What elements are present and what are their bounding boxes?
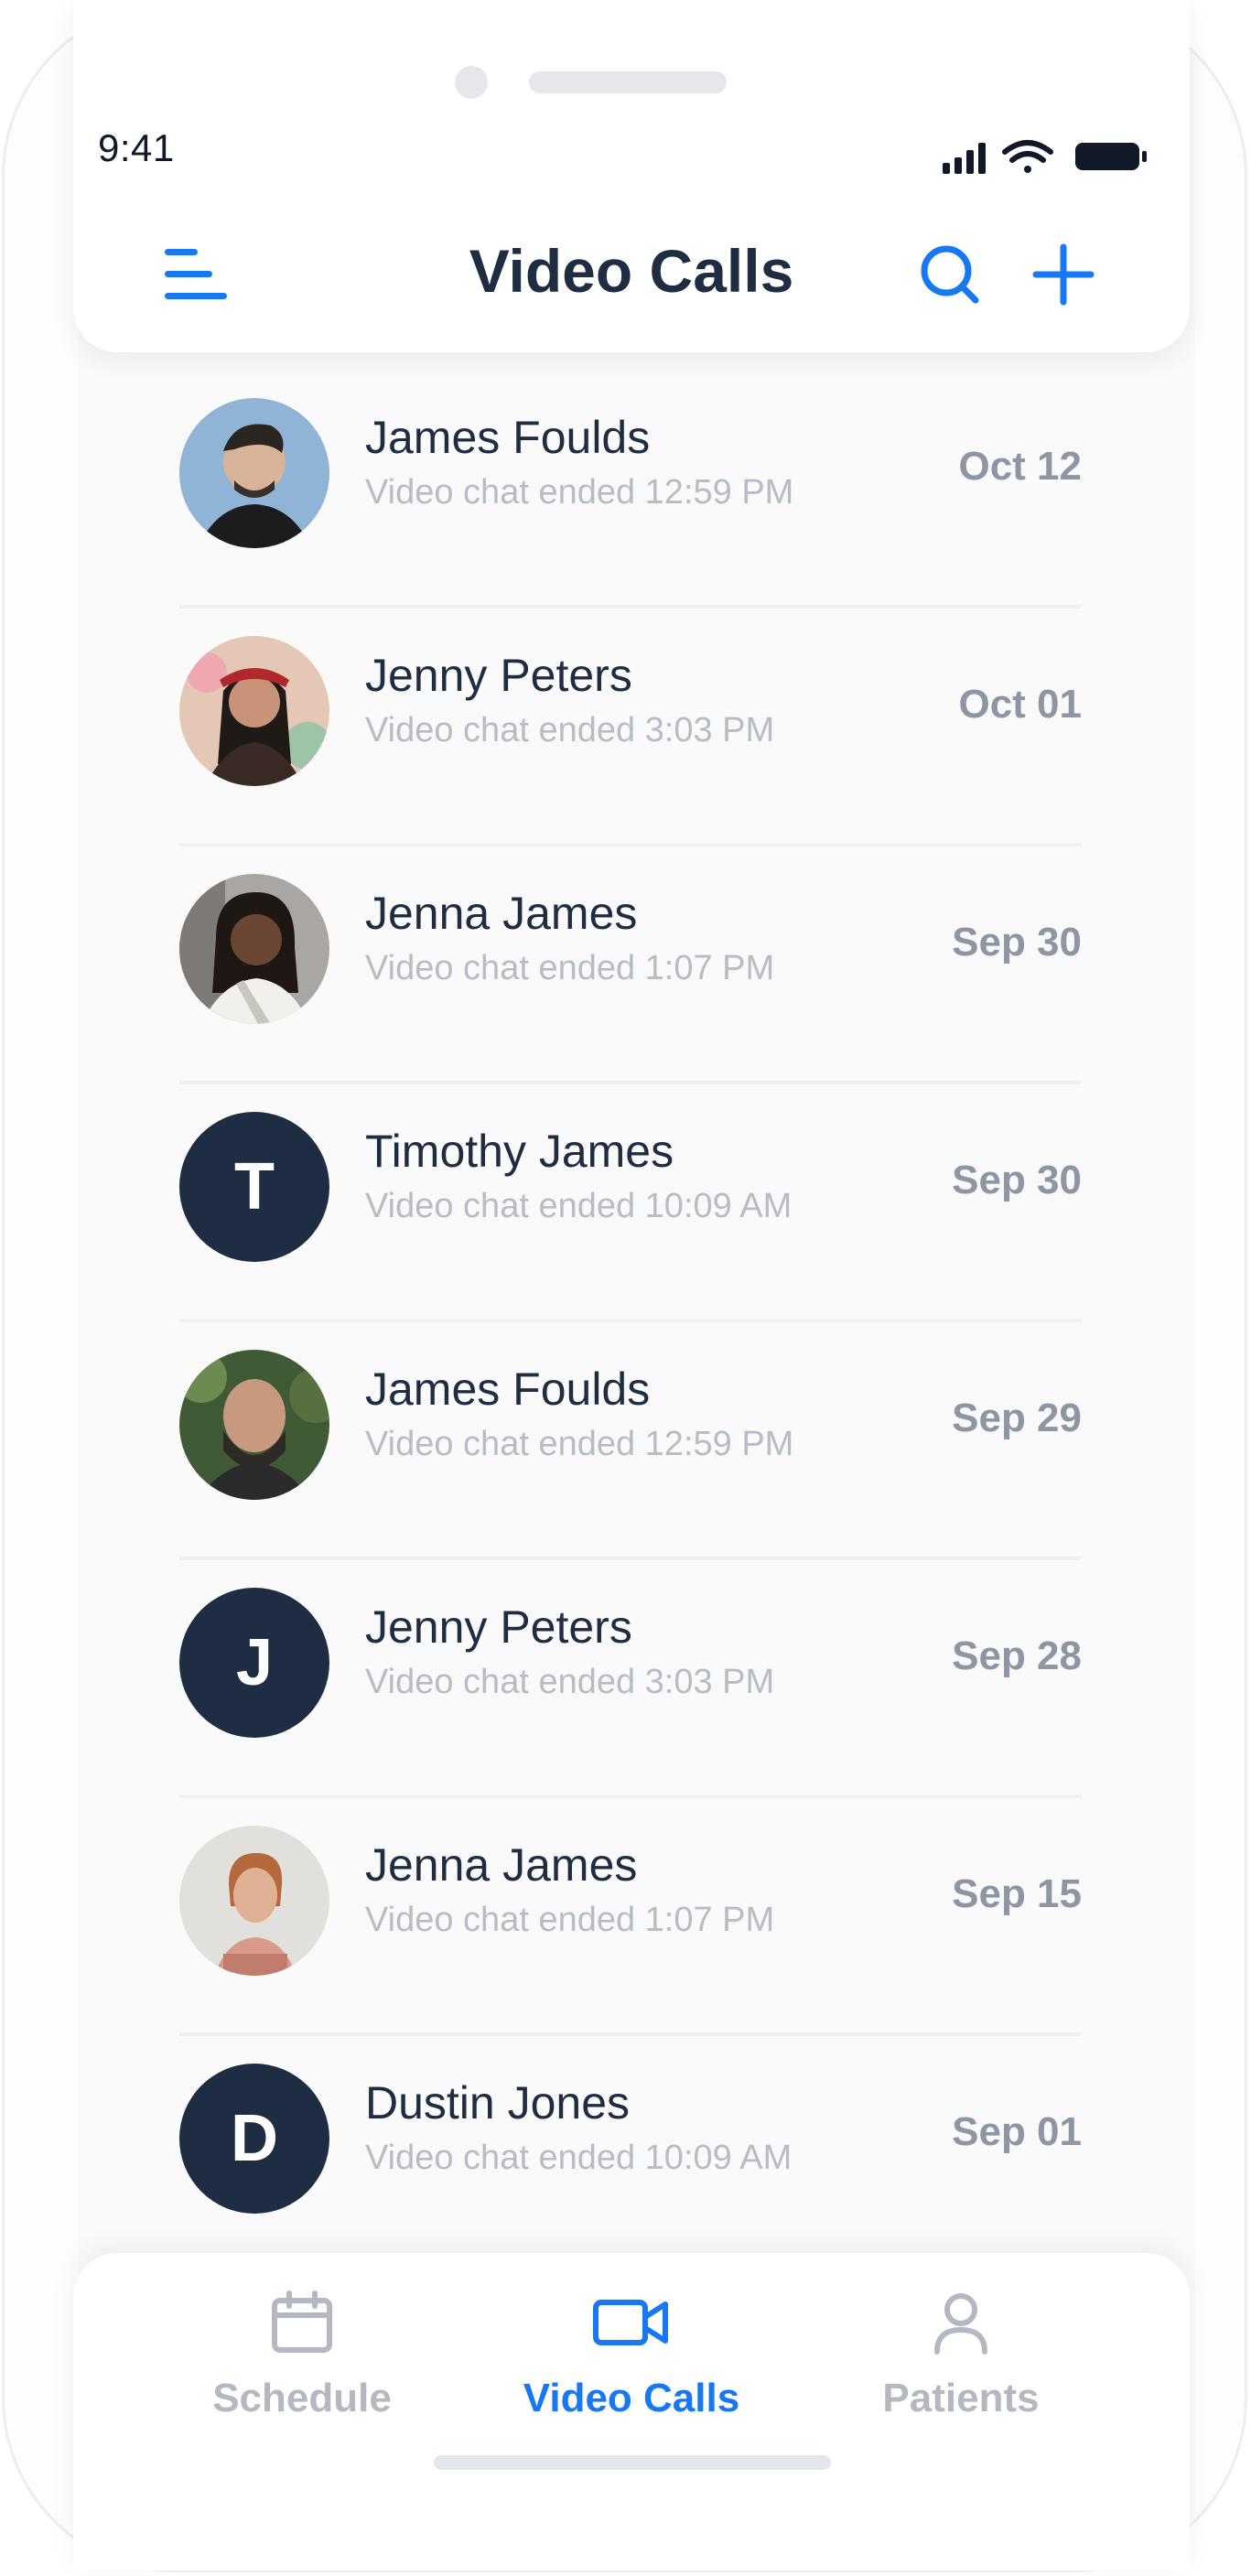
- contact-name: Jenna James: [365, 888, 638, 939]
- call-row[interactable]: T Timothy James Video chat ended 10:09 A…: [179, 1084, 1082, 1322]
- contact-name: James Foulds: [365, 1363, 651, 1415]
- call-row[interactable]: Jenna James Video chat ended 1:07 PM Sep…: [179, 846, 1082, 1084]
- avatar-initial: T: [179, 1112, 329, 1262]
- contact-name: Jenny Peters: [365, 1601, 632, 1653]
- call-row[interactable]: Jenna James Video chat ended 1:07 PM Sep…: [179, 1798, 1082, 2036]
- contact-name: Jenna James: [365, 1839, 638, 1891]
- tab-label: Video Calls: [523, 2376, 740, 2420]
- call-row[interactable]: James Foulds Video chat ended 12:59 PM S…: [179, 1322, 1082, 1560]
- call-row[interactable]: James Foulds Video chat ended 12:59 PM O…: [179, 371, 1082, 609]
- search-button[interactable]: [913, 238, 987, 311]
- speaker-bar: [529, 71, 727, 93]
- call-date: Sep 29: [952, 1396, 1082, 1440]
- avatar: [179, 398, 329, 548]
- avatar: [179, 1350, 329, 1500]
- contact-name: Dustin Jones: [365, 2077, 631, 2129]
- call-date: Sep 01: [952, 2109, 1082, 2154]
- bottom-tab-bar: Schedule Video Calls Patients: [73, 2253, 1190, 2571]
- menu-icon: [165, 249, 198, 255]
- home-indicator[interactable]: [434, 2455, 831, 2470]
- battery-icon: [1075, 143, 1147, 170]
- call-status: Video chat ended 12:59 PM: [365, 473, 794, 512]
- contact-name: Jenny Peters: [365, 650, 632, 701]
- status-time: 9:41: [98, 126, 175, 169]
- plus-icon: [1032, 243, 1095, 306]
- call-status: Video chat ended 1:07 PM: [365, 1901, 775, 1939]
- camera-dot: [455, 66, 488, 99]
- avatar: [179, 636, 329, 786]
- tab-schedule[interactable]: Schedule: [165, 2290, 439, 2473]
- call-date: Sep 30: [952, 1158, 1082, 1202]
- call-date: Sep 15: [952, 1871, 1082, 1916]
- contact-name: James Foulds: [365, 412, 651, 463]
- call-date: Sep 28: [952, 1633, 1082, 1678]
- person-icon: [934, 2293, 987, 2355]
- cellular-signal-icon: [943, 143, 986, 174]
- avatar-initial: D: [179, 2064, 329, 2214]
- tab-label: Patients: [882, 2376, 1040, 2420]
- status-icons: [943, 140, 1147, 174]
- tab-patients[interactable]: Patients: [824, 2290, 1098, 2473]
- calendar-icon: [272, 2290, 332, 2353]
- add-call-button[interactable]: [1027, 238, 1100, 311]
- tab-video-calls[interactable]: Video Calls: [494, 2290, 769, 2473]
- video-call-list: James Foulds Video chat ended 12:59 PM O…: [179, 371, 1082, 2274]
- contact-name: Timothy James: [365, 1126, 674, 1177]
- call-status: Video chat ended 12:59 PM: [365, 1425, 794, 1463]
- call-row[interactable]: D Dustin Jones Video chat ended 10:09 AM…: [179, 2036, 1082, 2274]
- tab-label: Schedule: [212, 2376, 392, 2420]
- page-title: Video Calls: [469, 237, 794, 305]
- menu-button[interactable]: [165, 249, 229, 300]
- call-row[interactable]: Jenny Peters Video chat ended 3:03 PM Oc…: [179, 609, 1082, 846]
- call-date: Sep 30: [952, 920, 1082, 965]
- avatar: [179, 1826, 329, 1976]
- call-date: Oct 12: [958, 444, 1082, 489]
- search-icon: [921, 245, 979, 304]
- call-status: Video chat ended 3:03 PM: [365, 711, 775, 749]
- call-status: Video chat ended 3:03 PM: [365, 1663, 775, 1701]
- call-status: Video chat ended 1:07 PM: [365, 949, 775, 987]
- avatar: [179, 874, 329, 1024]
- avatar-initial: J: [179, 1588, 329, 1738]
- video-camera-icon: [593, 2300, 668, 2345]
- call-row[interactable]: J Jenny Peters Video chat ended 3:03 PM …: [179, 1560, 1082, 1798]
- wifi-icon: [1002, 140, 1053, 173]
- call-status: Video chat ended 10:09 AM: [365, 2139, 793, 2177]
- call-date: Oct 01: [958, 682, 1082, 727]
- call-status: Video chat ended 10:09 AM: [365, 1187, 793, 1225]
